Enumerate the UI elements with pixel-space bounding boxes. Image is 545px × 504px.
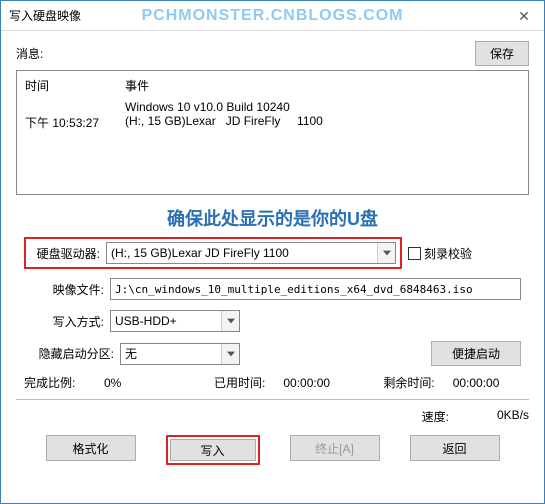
disk-drive-label: 硬盘驱动器: [30, 245, 100, 262]
disk-drive-combo[interactable]: (H:, 15 GB)Lexar JD FireFly 1100 [106, 242, 396, 264]
write-mode-label: 写入方式: [24, 313, 104, 330]
log-box: 时间 事件 Windows 10 v10.0 Build 10240 下午 10… [16, 70, 529, 195]
ez-boot-button[interactable]: 便捷启动 [431, 341, 521, 366]
format-button[interactable]: 格式化 [46, 435, 136, 461]
image-file-input[interactable] [110, 278, 521, 300]
disk-drive-highlight: 硬盘驱动器: (H:, 15 GB)Lexar JD FireFly 1100 [24, 237, 402, 269]
log-row: Windows 10 v10.0 Build 10240 [25, 100, 520, 114]
chevron-down-icon [221, 311, 239, 331]
close-icon: ✕ [518, 8, 530, 25]
save-button[interactable]: 保存 [475, 41, 529, 66]
message-label: 消息: [16, 45, 43, 62]
log-header-time: 时间 [25, 77, 125, 94]
divider [16, 399, 529, 400]
remain-label: 剩余时间: [383, 374, 434, 391]
done-value: 0% [104, 376, 121, 390]
hidden-boot-label: 隐藏启动分区: [24, 345, 114, 362]
abort-button[interactable]: 终止[A] [290, 435, 380, 461]
verify-checkbox[interactable]: 刻录校验 [408, 245, 472, 262]
chevron-down-icon [377, 243, 395, 263]
checkbox-icon [408, 247, 421, 260]
annotation-text: 确保此处显示的是你的U盘 [16, 205, 529, 231]
write-mode-combo[interactable]: USB-HDD+ [110, 310, 240, 332]
log-row: 下午 10:53:27 (H:, 15 GB)Lexar JD FireFly … [25, 114, 520, 131]
done-label: 完成比例: [24, 374, 75, 391]
write-button[interactable]: 写入 [170, 439, 256, 461]
image-file-label: 映像文件: [24, 281, 104, 298]
speed-value: 0KB/s [469, 408, 529, 425]
window-title: 写入硬盘映像 [9, 7, 81, 24]
close-button[interactable]: ✕ [504, 1, 544, 31]
titlebar: 写入硬盘映像 PCHMONSTER.CNBLOGS.COM ✕ [1, 1, 544, 31]
speed-label: 速度: [422, 408, 449, 425]
remain-value: 00:00:00 [453, 376, 500, 390]
elapsed-value: 00:00:00 [283, 376, 330, 390]
watermark-text: PCHMONSTER.CNBLOGS.COM [142, 7, 404, 25]
elapsed-label: 已用时间: [214, 374, 265, 391]
write-button-highlight: 写入 [166, 435, 260, 465]
hidden-boot-combo[interactable]: 无 [120, 343, 240, 365]
back-button[interactable]: 返回 [410, 435, 500, 461]
log-header-event: 事件 [125, 77, 520, 94]
chevron-down-icon [221, 344, 239, 364]
